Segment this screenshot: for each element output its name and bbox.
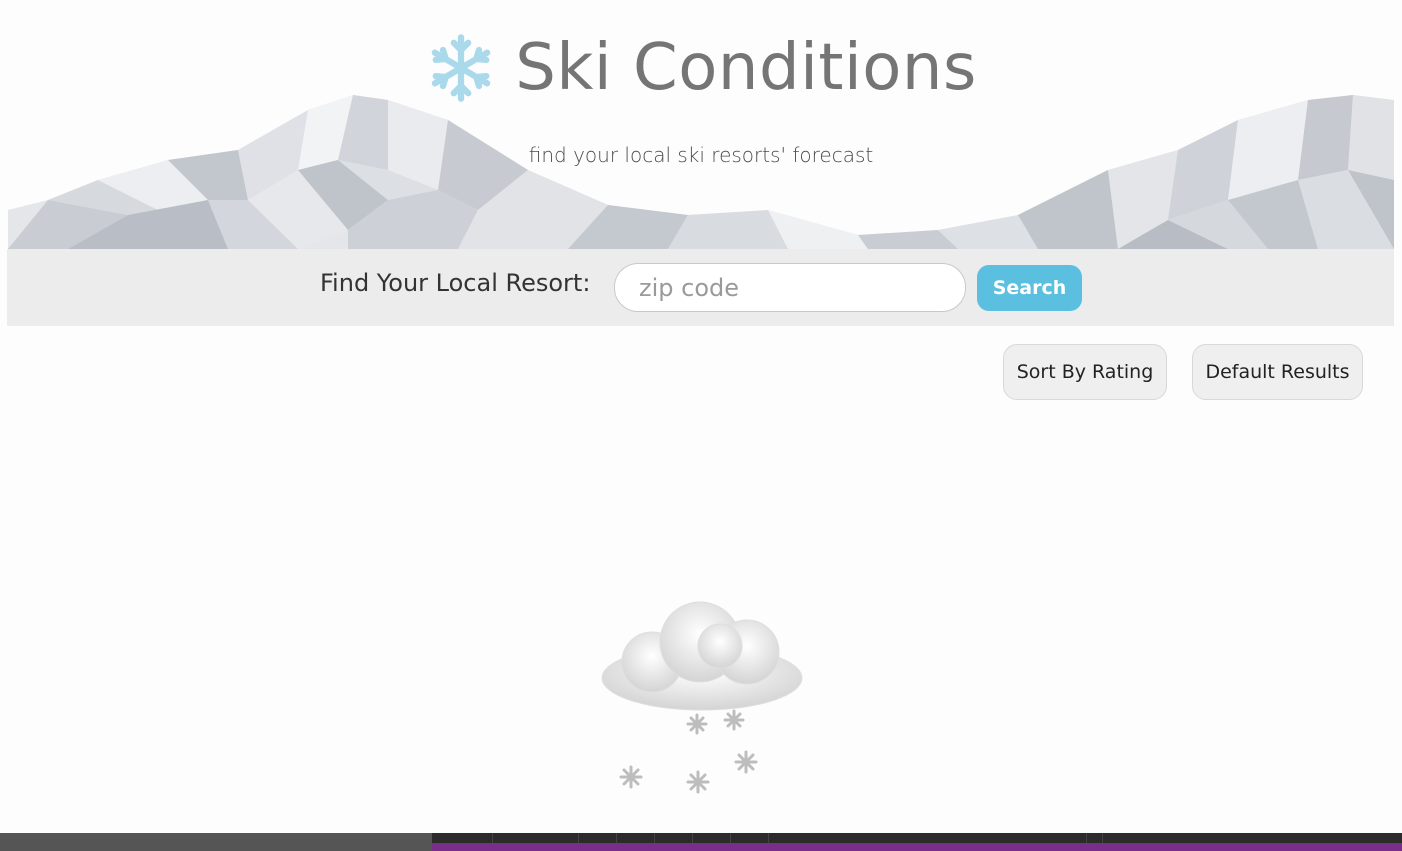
- search-button[interactable]: Search: [977, 265, 1082, 311]
- taskbar-divider: [1102, 833, 1103, 843]
- taskbar-divider: [730, 833, 731, 843]
- taskbar-divider: [492, 833, 493, 843]
- taskbar-app-strip: [432, 833, 1402, 851]
- search-label: Find Your Local Resort:: [320, 269, 591, 297]
- taskbar-divider: [616, 833, 617, 843]
- taskbar-divider: [692, 833, 693, 843]
- zip-code-input[interactable]: [614, 263, 966, 312]
- snowflake-icon: [431, 34, 491, 102]
- os-taskbar: [0, 833, 1402, 851]
- snow-cloud-icon: [601, 601, 803, 794]
- page: Ski Conditions find your local ski resor…: [0, 0, 1402, 851]
- taskbar-divider: [578, 833, 579, 843]
- default-results-button[interactable]: Default Results: [1192, 344, 1363, 400]
- taskbar-divider: [1086, 833, 1087, 843]
- page-title: Ski Conditions: [515, 31, 977, 105]
- sort-by-rating-button[interactable]: Sort By Rating: [1003, 344, 1167, 400]
- page-subtitle: find your local ski resorts' forecast: [528, 143, 874, 167]
- taskbar-divider: [654, 833, 655, 843]
- taskbar-divider: [768, 833, 769, 843]
- search-bar: Find Your Local Resort: Search: [7, 249, 1394, 326]
- title-row: Ski Conditions: [0, 28, 1402, 108]
